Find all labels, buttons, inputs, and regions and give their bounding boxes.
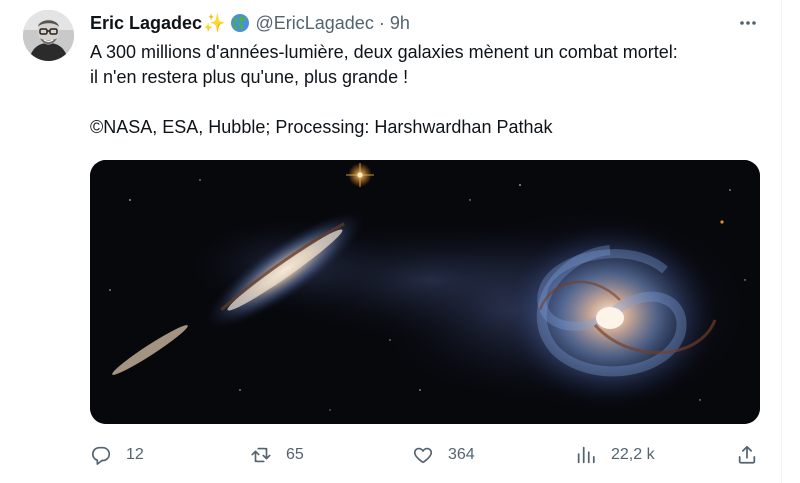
retweet-count: 65	[286, 446, 304, 463]
tweet-header: Eric Lagadec ✨ @EricLagadec · 9h	[90, 12, 410, 34]
like-count: 364	[448, 446, 475, 463]
tweet-text-line-2: il n'en restera plus qu'une, plus grande…	[90, 67, 409, 87]
reply-count: 12	[126, 446, 144, 463]
retweet-icon	[251, 447, 271, 463]
sparkle-emoji: ✨	[203, 12, 226, 33]
views-count: 22,2 k	[611, 446, 655, 463]
galaxy-photo[interactable]	[90, 160, 760, 424]
tweet-actions: 12 65 364 22,2 k	[90, 440, 770, 470]
galaxy-image	[90, 160, 760, 424]
avatar[interactable]	[23, 10, 74, 61]
views-chart-icon	[577, 446, 595, 464]
image-credit: ©NASA, ESA, Hubble; Processing: Harshwar…	[90, 117, 553, 137]
share-icon	[738, 445, 756, 464]
author-handle[interactable]: @EricLagadec	[255, 13, 373, 34]
column-divider	[781, 0, 782, 483]
timestamp[interactable]: 9h	[390, 13, 410, 34]
separator-dot: ·	[378, 12, 385, 33]
avatar-photo	[23, 10, 74, 61]
heart-icon	[413, 447, 433, 464]
share-button[interactable]	[736, 440, 758, 470]
reply-icon	[91, 446, 111, 465]
more-options-icon[interactable]	[738, 15, 758, 31]
tweet-text: A 300 millions d'années-lumière, deux ga…	[90, 40, 770, 140]
tweet-text-line-1: A 300 millions d'années-lumière, deux ga…	[90, 42, 678, 62]
reply-button[interactable]: 12	[90, 440, 144, 470]
like-button[interactable]: 364	[412, 440, 475, 470]
views-button[interactable]: 22,2 k	[575, 440, 655, 470]
retweet-button[interactable]: 65	[250, 440, 304, 470]
tweet[interactable]: Eric Lagadec ✨ @EricLagadec · 9h A 300 m…	[0, 0, 800, 483]
globe-icon	[231, 14, 250, 32]
author-name[interactable]: Eric Lagadec	[90, 13, 202, 34]
